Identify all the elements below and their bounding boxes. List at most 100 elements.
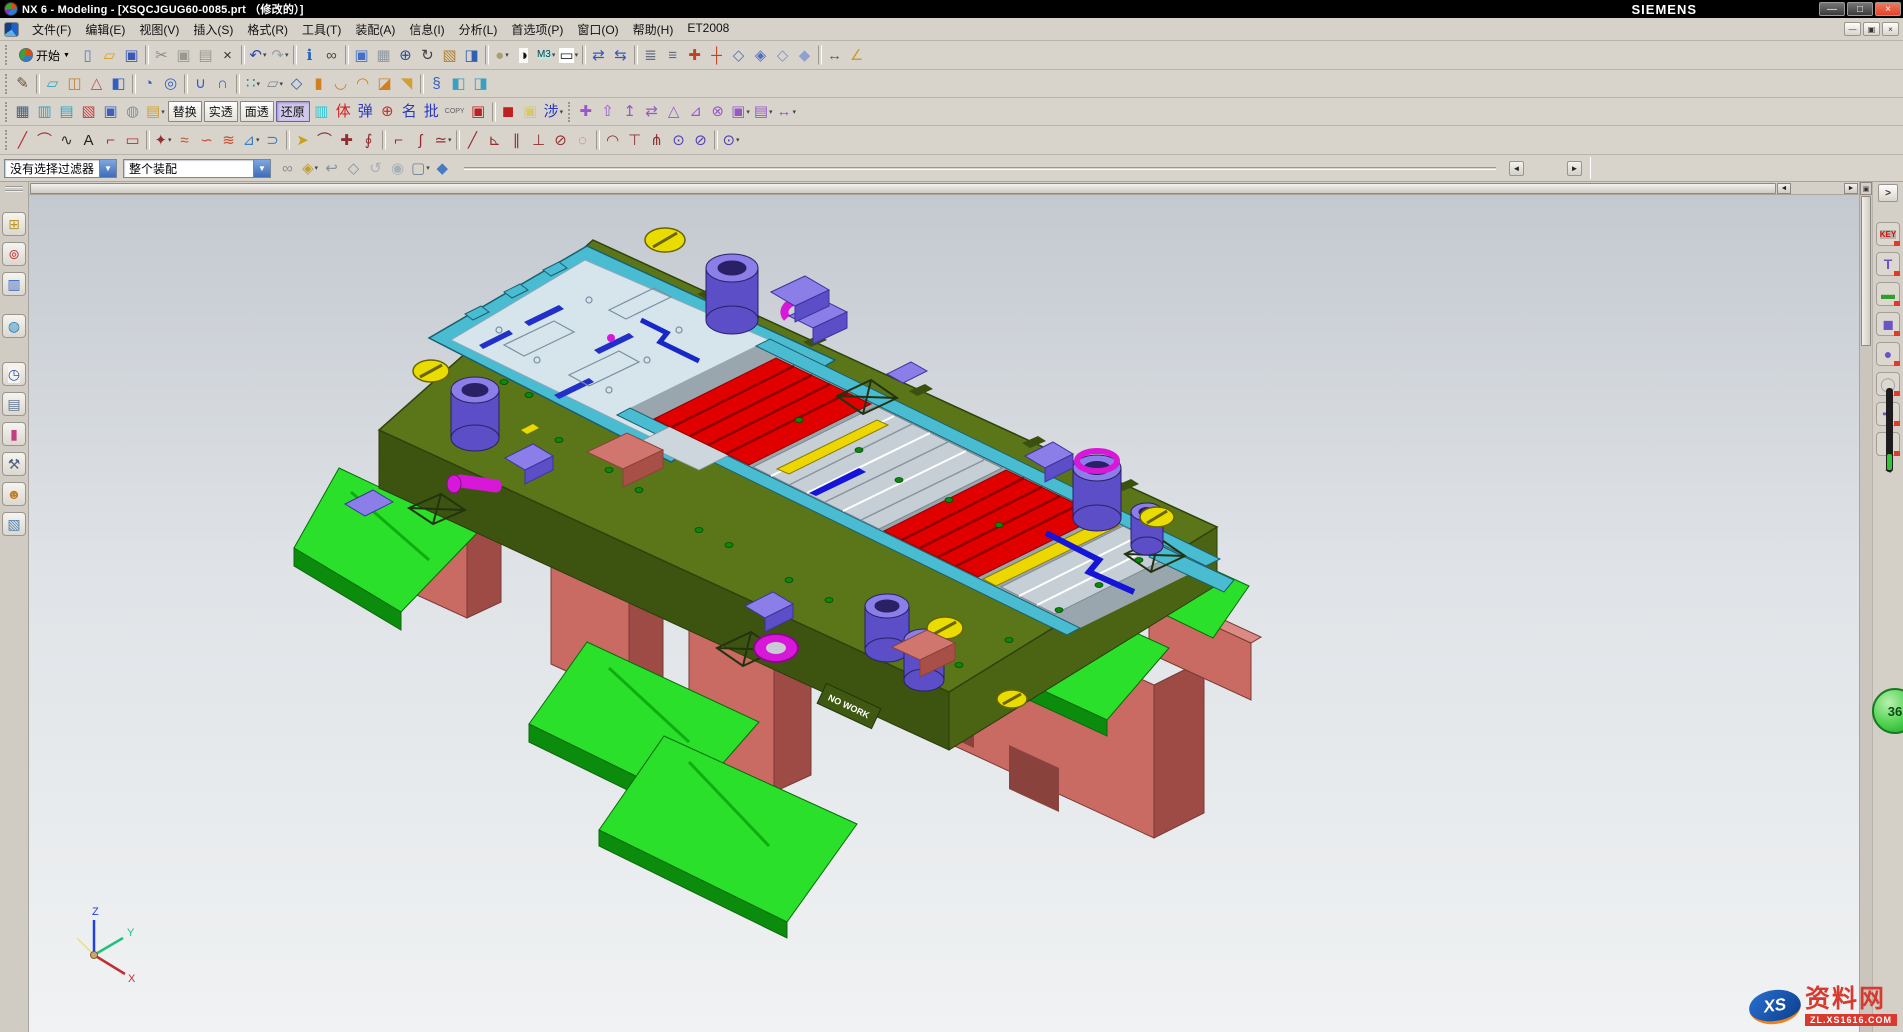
construction-line-icon[interactable]: ╱	[462, 128, 484, 152]
wcs-dynamics-icon[interactable]: ✚	[684, 43, 706, 67]
undo-icon[interactable]: ↶ ▾	[247, 43, 269, 67]
linear-dimension-icon[interactable]: ⊿	[685, 100, 707, 124]
scroll-left-icon[interactable]: ◄	[1777, 183, 1791, 194]
face-icon[interactable]: ▱ ▾	[264, 72, 286, 96]
delete-face-icon[interactable]: △	[663, 100, 685, 124]
menu-insert[interactable]: 插入(S)	[186, 19, 240, 40]
toolbar-scroll-right-button[interactable]: ►	[1567, 161, 1582, 176]
corner2-icon[interactable]: ⌐	[388, 128, 410, 152]
interference-button[interactable]: 涉 ▾	[542, 100, 566, 124]
boss-icon[interactable]: ▮	[308, 72, 330, 96]
layer-settings-icon[interactable]: ≣	[640, 43, 662, 67]
replace-face-icon[interactable]: ⇄	[641, 100, 663, 124]
rotate-disabled-icon[interactable]: ↺	[365, 156, 387, 180]
pan-disabled-icon[interactable]: ◉	[387, 156, 409, 180]
cad-model-view[interactable]: NO WORK Z Y X	[29, 182, 1859, 1032]
t-part-icon[interactable]: T	[1876, 252, 1900, 276]
marquee-select-icon[interactable]: ▢ ▾	[409, 156, 432, 180]
offset-region-icon[interactable]: ↥	[619, 100, 641, 124]
render-style-icon[interactable]: ◑	[513, 43, 535, 67]
menu-tools[interactable]: 工具(T)	[295, 19, 348, 40]
corner-icon[interactable]: ⌐	[100, 128, 122, 152]
pattern-face-icon[interactable]: ▤ ▾	[752, 100, 775, 124]
assembly-navigator-tab[interactable]: ⊞	[2, 212, 26, 236]
dashed-circle-icon[interactable]: ◌	[572, 128, 594, 152]
close-button[interactable]: ×	[1875, 2, 1901, 16]
chevron-down-icon[interactable]: ▼	[99, 160, 116, 177]
window-display-icon[interactable]: ▣	[100, 100, 122, 124]
circle-slash-icon[interactable]: ⊘	[690, 128, 712, 152]
key-curve-icon[interactable]: ➤	[292, 128, 314, 152]
spring-display-button[interactable]: 弹	[355, 100, 377, 124]
trim-curve-icon[interactable]: ≈	[174, 128, 196, 152]
move-face-icon[interactable]: ✚	[575, 100, 597, 124]
green-part-icon[interactable]: ▬	[1876, 282, 1900, 306]
window-cascade-icon[interactable]: ▣	[351, 43, 373, 67]
stripes-icon[interactable]: ▥	[311, 100, 333, 124]
revolve-icon[interactable]: ◔	[138, 72, 160, 96]
pad-icon[interactable]: ◠	[352, 72, 374, 96]
menu-file[interactable]: 文件(F)	[25, 19, 78, 40]
selection-scope-combo[interactable]: 整个装配 ▼	[123, 159, 271, 178]
scrollbar-corner-icon[interactable]: ▣	[1860, 182, 1872, 195]
name-display-button[interactable]: 名	[399, 100, 421, 124]
dim-angle-icon[interactable]: ⋔	[646, 128, 668, 152]
constraint-navigator-tab[interactable]: ⊚	[2, 242, 26, 266]
body-display-button[interactable]: 体	[333, 100, 355, 124]
unite-icon[interactable]: ∪	[190, 72, 212, 96]
arc3-icon[interactable]: ◠	[602, 128, 624, 152]
rectangle-icon[interactable]: ▭	[122, 128, 144, 152]
sphere-display-icon[interactable]: ◍	[122, 100, 144, 124]
paste-icon[interactable]: ▤	[195, 43, 217, 67]
manufacturing-wizard-tab[interactable]: ⚒	[2, 452, 26, 476]
menu-analysis[interactable]: 分析(L)	[452, 19, 505, 40]
snap-point-icon[interactable]: ◇	[728, 43, 750, 67]
parallel-icon[interactable]: ∥	[506, 128, 528, 152]
info-icon[interactable]: ℹ	[299, 43, 321, 67]
menu-information[interactable]: 信息(I)	[402, 19, 451, 40]
measure-angle-icon[interactable]: ∠	[846, 43, 868, 67]
find-icon[interactable]: ∞	[321, 43, 343, 67]
offset-curve-icon[interactable]: ≃ ▾	[432, 128, 454, 152]
snip-curve-icon[interactable]: ∮	[358, 128, 380, 152]
menu-help[interactable]: 帮助(H)	[626, 19, 681, 40]
extrude-icon[interactable]: ◧	[108, 72, 130, 96]
pocket-icon[interactable]: ◡	[330, 72, 352, 96]
process-studio-tab[interactable]: ▮	[2, 422, 26, 446]
trim-curve3-icon[interactable]: ≋	[218, 128, 240, 152]
snap-end-icon[interactable]: ◇	[772, 43, 794, 67]
cross-face-icon[interactable]: ⊗	[707, 100, 729, 124]
horizontal-scrollbar[interactable]: ◄ ►	[29, 182, 1859, 195]
circle3-icon[interactable]: ⊙ ▾	[720, 128, 742, 152]
hole-icon[interactable]: ◎	[160, 72, 182, 96]
vertical-scrollbar[interactable]: ▣	[1859, 182, 1872, 1032]
find-component-icon[interactable]: ∞	[277, 156, 299, 180]
system-materials-tab[interactable]: ▤	[2, 392, 26, 416]
minimize-button[interactable]: —	[1819, 2, 1845, 16]
menu-window[interactable]: 窗口(O)	[570, 19, 625, 40]
redo-icon[interactable]: ↷ ▾	[269, 43, 291, 67]
system-scenes-tab[interactable]: ▧	[2, 512, 26, 536]
mdi-close-button[interactable]: ×	[1882, 22, 1899, 36]
menu-preferences[interactable]: 首选项(P)	[504, 19, 570, 40]
copy-face-icon[interactable]: ▣ ▾	[729, 100, 752, 124]
perpendicular-icon[interactable]: ⊥	[528, 128, 550, 152]
mdi-restore-button[interactable]: ▣	[1863, 22, 1880, 36]
show-plane-icon[interactable]: ▥	[34, 100, 56, 124]
window-icon[interactable]: ▦	[373, 43, 395, 67]
shaded-view-icon[interactable]: ◨	[461, 43, 483, 67]
display-grid-icon[interactable]: ▦	[12, 100, 34, 124]
layer-visible-icon[interactable]: ≡	[662, 43, 684, 67]
datum-plane-icon[interactable]: ▱	[42, 72, 64, 96]
extend-sheet-icon[interactable]: ⊃	[262, 128, 284, 152]
background-color-icon[interactable]: ▭ ▾	[557, 43, 580, 67]
copy-letters-icon[interactable]: COPY	[443, 100, 468, 124]
datum-csys-icon[interactable]: ◫	[64, 72, 86, 96]
line-icon[interactable]: ╱	[12, 128, 34, 152]
start-button[interactable]: 开始 ▼	[12, 44, 77, 67]
horizontal-scrollbar-thumb[interactable]	[30, 183, 1776, 194]
import-view-icon[interactable]: ⇄	[588, 43, 610, 67]
chevron-down-icon[interactable]: ▼	[253, 160, 270, 177]
restore-display-button[interactable]: 还原	[276, 101, 310, 122]
bridge-curve-icon[interactable]: ⌒	[314, 128, 336, 152]
